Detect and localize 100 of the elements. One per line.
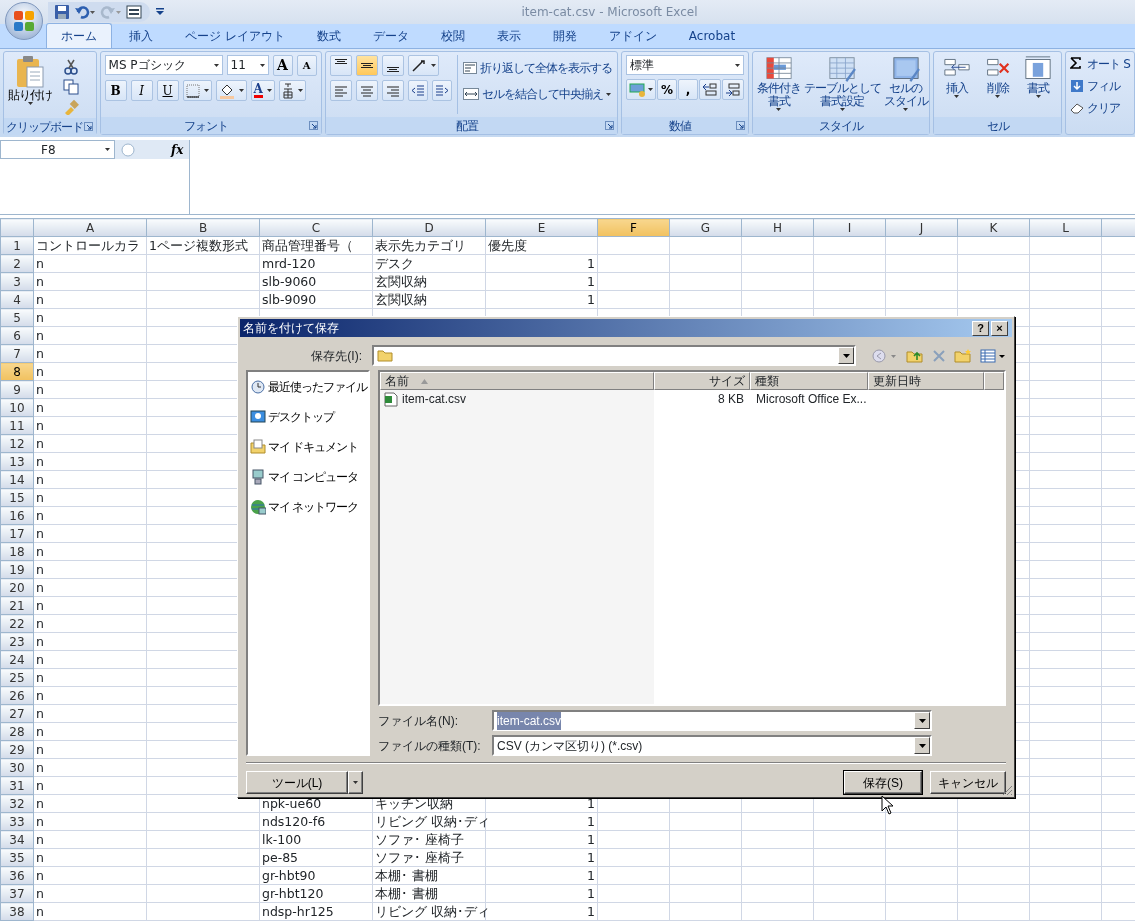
ribbon-tab[interactable]: 数式: [301, 23, 356, 48]
currency-button[interactable]: [626, 79, 656, 100]
form-icon[interactable]: [126, 5, 142, 19]
views-icon[interactable]: [980, 348, 1006, 363]
column-header[interactable]: B: [146, 218, 260, 237]
place-item[interactable]: マイ ネットワーク: [248, 496, 361, 518]
table-cell: n: [33, 470, 147, 489]
align-middle-button[interactable]: [356, 55, 379, 76]
merge-center-button[interactable]: セルを結合して中央揃え: [463, 85, 613, 103]
style-button[interactable]: テーブルとして 書式設定: [804, 55, 881, 114]
close-button[interactable]: ×: [991, 320, 1008, 336]
ribbon-tab[interactable]: ホーム: [46, 23, 112, 48]
fill-down-icon: [1070, 79, 1085, 93]
ribbon-tab[interactable]: 表示: [481, 23, 536, 48]
paste-button[interactable]: 貼り付け: [8, 55, 52, 115]
column-header[interactable]: L: [1029, 218, 1102, 237]
cell-button[interactable]: 挿入: [942, 55, 971, 114]
caret-icon: [353, 781, 358, 784]
orientation-button[interactable]: [408, 55, 440, 76]
align-bottom-button[interactable]: [382, 55, 405, 76]
up-folder-icon[interactable]: [906, 348, 924, 363]
table-cell: pe-85: [259, 848, 373, 867]
save-in-combo[interactable]: [372, 345, 856, 366]
wrap-text-button[interactable]: 折り返して全体を表示する: [463, 59, 613, 77]
save-button[interactable]: 保存(S): [844, 771, 922, 794]
ribbon-tab[interactable]: データ: [357, 23, 424, 48]
shrink-font-button[interactable]: A: [296, 55, 317, 76]
column-header[interactable]: サイズ: [654, 372, 750, 390]
editing-button[interactable]: クリア: [1070, 99, 1130, 117]
help-button[interactable]: ?: [972, 320, 989, 336]
align-top-button[interactable]: [330, 55, 353, 76]
column-header[interactable]: H: [741, 218, 814, 237]
table-cell: n: [33, 776, 147, 795]
dialog-launcher-icon[interactable]: [83, 122, 93, 131]
ribbon-tab[interactable]: 校閲: [425, 23, 480, 48]
table-cell: 1ページ複数形式: [146, 236, 260, 255]
resize-handle-icon[interactable]: [121, 142, 135, 157]
dialog-launcher-icon[interactable]: [736, 121, 745, 130]
save-icon[interactable]: [54, 4, 70, 20]
ribbon-tab[interactable]: アドイン: [593, 23, 672, 48]
place-item[interactable]: マイ コンピュータ: [248, 466, 361, 488]
comma-button[interactable]: ,: [678, 79, 698, 100]
column-header[interactable]: A: [33, 218, 147, 237]
column-header[interactable]: J: [885, 218, 958, 237]
cell-button[interactable]: 書式: [1024, 55, 1053, 114]
table-cell: n: [33, 272, 147, 291]
file-name-field[interactable]: item-cat.csv: [492, 710, 932, 731]
font-name-field[interactable]: MS Pゴシック: [104, 55, 223, 75]
column-header[interactable]: C: [259, 218, 373, 237]
ribbon-tab[interactable]: ページ レイアウト: [170, 23, 300, 48]
borders-button[interactable]: [182, 80, 212, 101]
style-button[interactable]: セルの スタイル: [884, 55, 928, 114]
insert-function-button[interactable]: fx: [171, 140, 184, 159]
column-header[interactable]: I: [813, 218, 886, 237]
decrease-decimal-button[interactable]: [722, 79, 744, 100]
dialog-launcher-icon[interactable]: [605, 121, 614, 130]
customize-icon[interactable]: [156, 8, 164, 16]
ribbon-tab[interactable]: Acrobat: [673, 23, 751, 48]
column-header[interactable]: 種類: [750, 372, 868, 390]
place-item[interactable]: デスクトップ: [248, 406, 336, 428]
cell-button[interactable]: 削除: [983, 55, 1012, 114]
cancel-button[interactable]: キャンセル: [930, 771, 1006, 794]
column-header[interactable]: 更新日時: [868, 372, 984, 390]
editing-button[interactable]: フィル: [1070, 77, 1130, 95]
place-item[interactable]: 最近使ったファイル: [248, 376, 369, 398]
column-header[interactable]: D: [372, 218, 486, 237]
underline-button[interactable]: U: [156, 80, 179, 101]
table-cell: gr-hbt120: [259, 884, 373, 903]
ribbon-tab[interactable]: 挿入: [114, 23, 168, 48]
percent-button[interactable]: %: [657, 79, 677, 100]
file-name[interactable]: item-cat.csv: [402, 390, 466, 408]
table-cell: n: [33, 542, 147, 561]
grow-font-button[interactable]: A: [272, 55, 293, 76]
undo-icon[interactable]: [74, 4, 96, 20]
copy-icon[interactable]: [63, 79, 79, 95]
column-header[interactable]: G: [669, 218, 742, 237]
column-header[interactable]: 名前: [380, 372, 654, 390]
place-item[interactable]: マイ ドキュメント: [248, 436, 361, 458]
eraser-icon: [1070, 101, 1085, 115]
scissors-icon[interactable]: [63, 59, 79, 75]
style-button[interactable]: 条件付き 書式: [757, 55, 801, 114]
dialog-launcher-icon[interactable]: [309, 121, 319, 130]
italic-button[interactable]: I: [130, 80, 153, 101]
font-color-button[interactable]: A: [250, 80, 275, 101]
editing-button[interactable]: オート S: [1070, 55, 1130, 73]
font-size-field[interactable]: 11: [226, 55, 269, 75]
table-cell: デスク: [372, 254, 486, 273]
name-box[interactable]: F8: [0, 140, 115, 159]
increase-decimal-button[interactable]: [699, 79, 721, 100]
bold-button[interactable]: B: [104, 80, 127, 101]
fill-color-button[interactable]: [215, 80, 247, 101]
phonetic-button[interactable]: [278, 80, 306, 101]
ribbon-tab[interactable]: 開発: [537, 23, 592, 48]
file-type-field[interactable]: CSV (カンマ区切り) (*.csv): [492, 735, 932, 756]
table-cell: n: [33, 686, 147, 705]
number-format-field[interactable]: 標準: [626, 55, 744, 75]
table-cell: n: [33, 740, 147, 759]
column-header[interactable]: E: [485, 218, 598, 237]
column-header[interactable]: F: [597, 218, 670, 237]
column-header[interactable]: K: [957, 218, 1030, 237]
